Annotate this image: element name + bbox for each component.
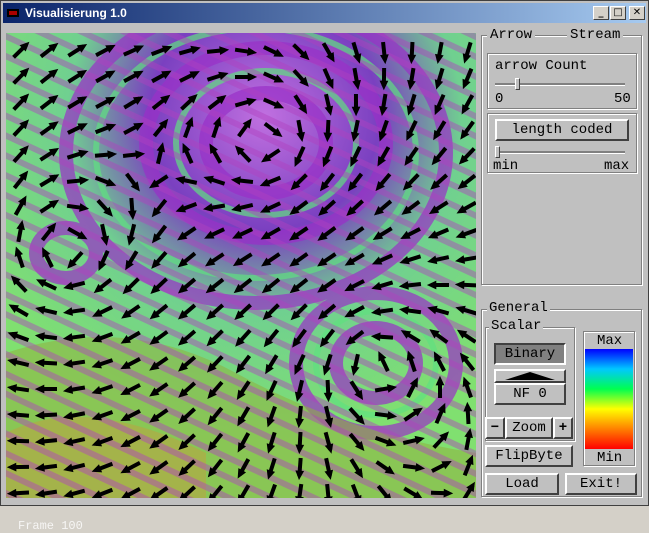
binary-button[interactable]: Binary <box>494 343 566 365</box>
colorbar <box>585 349 633 449</box>
flipbyte-button[interactable]: FlipByte <box>485 445 573 467</box>
title-bar[interactable]: Visualisierung 1.0 _ □ ✕ <box>3 3 646 23</box>
colorbar-min-label: Min <box>597 450 622 466</box>
length-coded-track <box>495 151 625 154</box>
app-window: Visualisierung 1.0 _ □ ✕ <box>0 0 649 506</box>
field-arrow <box>327 484 329 498</box>
minimize-button[interactable]: _ <box>593 6 609 20</box>
colorbar-max-label: Max <box>597 333 622 349</box>
scalar-label: Scalar <box>489 318 543 334</box>
arrow-count-max: 50 <box>614 91 631 107</box>
zoom-label: Zoom <box>505 417 553 439</box>
length-coded-button[interactable]: length coded <box>495 119 629 141</box>
triangle-up-icon <box>505 372 555 380</box>
exit-button[interactable]: Exit! <box>565 473 637 495</box>
arrow-count-min: 0 <box>495 91 503 107</box>
field-arrowhead <box>325 497 332 498</box>
arrow-count-label: arrow Count <box>495 58 587 74</box>
close-button[interactable]: ✕ <box>629 6 645 20</box>
length-coded-min: min <box>493 158 518 174</box>
zoom-out-button[interactable]: − <box>485 417 505 439</box>
tab-arrow[interactable]: Arrow <box>487 27 535 43</box>
zoom-in-button[interactable]: + <box>553 417 573 439</box>
nf-field[interactable]: NF 0 <box>494 383 566 405</box>
length-coded-slider[interactable] <box>495 146 500 158</box>
visualization-canvas[interactable]: Frame 100 <box>6 33 476 498</box>
general-label: General <box>487 300 550 316</box>
window-title: Visualisierung 1.0 <box>25 6 127 20</box>
vector-field-image <box>6 33 476 498</box>
app-icon <box>6 6 20 20</box>
frame-status: Frame 100 <box>18 519 83 533</box>
nf-increment-button[interactable] <box>494 369 566 383</box>
field-arrow <box>299 484 302 498</box>
load-button[interactable]: Load <box>485 473 559 495</box>
tab-stream[interactable]: Stream <box>567 27 623 43</box>
arrow-count-slider[interactable] <box>515 78 520 90</box>
length-coded-max: max <box>604 158 629 174</box>
maximize-button[interactable]: □ <box>610 6 626 20</box>
